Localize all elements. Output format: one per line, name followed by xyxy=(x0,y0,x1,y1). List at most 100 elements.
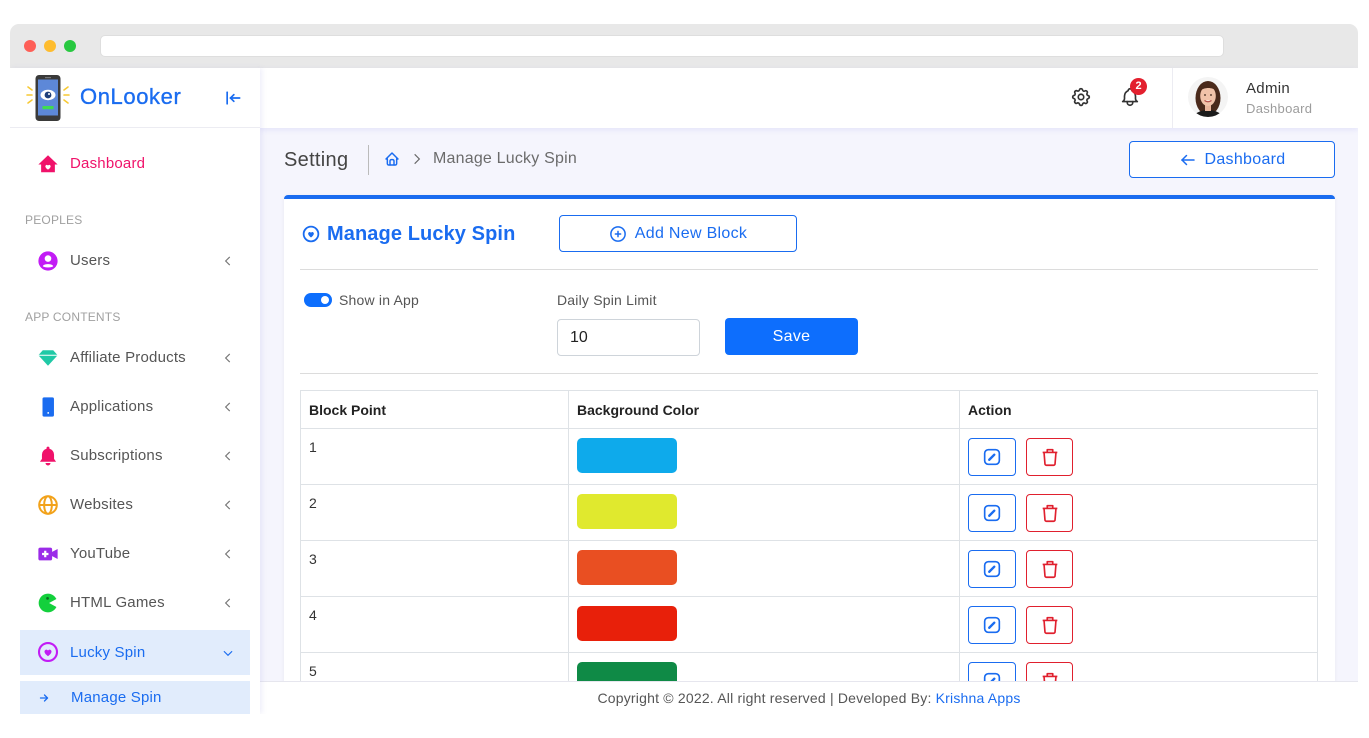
sidebar-item-websites[interactable]: Websites xyxy=(20,485,250,525)
browser-titlebar xyxy=(10,24,1358,68)
table-row: 1 xyxy=(300,428,1318,485)
edit-button[interactable] xyxy=(968,662,1016,681)
topbar-divider xyxy=(1172,68,1173,128)
breadcrumb-current: Manage Lucky Spin xyxy=(433,150,577,167)
sidebar: OnLooker Dashboard PEOPLES Users APP CON… xyxy=(10,68,260,714)
sidebar-item-label: Websites xyxy=(70,496,134,513)
user-circle-icon xyxy=(37,250,59,272)
show-in-app-label: Show in App xyxy=(339,292,420,308)
block-point-cell: 3 xyxy=(300,540,569,597)
arrow-left-icon xyxy=(1179,151,1197,169)
action-cell xyxy=(959,652,1318,681)
edit-button[interactable] xyxy=(968,550,1016,588)
breadcrumb-home-icon[interactable] xyxy=(384,151,400,167)
background-color-cell xyxy=(568,596,960,653)
background-color-cell xyxy=(568,540,960,597)
sidebar-item-label: Subscriptions xyxy=(70,447,163,464)
main-content: Setting Manage Lucky Spin Dashboard Mana… xyxy=(260,128,1358,681)
sidebar-item-lucky-spin[interactable]: Lucky Spin xyxy=(20,630,250,675)
column-header-action: Action xyxy=(959,390,1318,429)
minimize-window-button[interactable] xyxy=(44,40,56,52)
phone-icon xyxy=(37,396,59,418)
edit-button[interactable] xyxy=(968,606,1016,644)
copyright-text: Copyright © 2022. All right reserved | D… xyxy=(597,690,936,706)
user-avatar[interactable] xyxy=(1188,77,1228,117)
delete-button[interactable] xyxy=(1026,550,1073,588)
edit-button[interactable] xyxy=(968,438,1016,476)
divider xyxy=(300,269,1318,270)
chevron-down-icon xyxy=(221,646,235,660)
topbar: 2 Admin Dashboard xyxy=(260,68,1358,128)
browser-window: OnLooker Dashboard PEOPLES Users APP CON… xyxy=(10,24,1358,714)
divider xyxy=(300,373,1318,374)
chevron-left-icon xyxy=(221,547,235,561)
color-swatch xyxy=(577,494,677,529)
address-bar[interactable] xyxy=(100,35,1224,57)
color-swatch xyxy=(577,550,677,585)
delete-button[interactable] xyxy=(1026,662,1073,681)
background-color-cell xyxy=(568,428,960,485)
edit-button[interactable] xyxy=(968,494,1016,532)
chevron-left-icon xyxy=(221,400,235,414)
bell-icon xyxy=(37,445,59,467)
sidebar-item-users[interactable]: Users xyxy=(20,241,250,281)
block-point-cell: 2 xyxy=(300,484,569,541)
sidebar-item-dashboard[interactable]: Dashboard xyxy=(20,144,250,184)
close-window-button[interactable] xyxy=(24,40,36,52)
block-point-cell: 1 xyxy=(300,428,569,485)
developer-link[interactable]: Krishna Apps xyxy=(936,690,1021,706)
heart-circle-icon xyxy=(37,641,59,663)
daily-spin-limit-input[interactable] xyxy=(557,319,700,356)
delete-button[interactable] xyxy=(1026,494,1073,532)
sidebar-item-label: Lucky Spin xyxy=(70,644,146,661)
user-role: Dashboard xyxy=(1246,101,1313,116)
sidebar-item-affiliate-products[interactable]: Affiliate Products xyxy=(20,338,250,378)
table-header-row: Block Point Background Color Action xyxy=(300,390,1318,429)
collapse-sidebar-icon[interactable] xyxy=(223,88,243,108)
sidebar-item-applications[interactable]: Applications xyxy=(20,387,250,427)
toggle-knob xyxy=(321,296,329,304)
delete-button[interactable] xyxy=(1026,438,1073,476)
table-row: 5 xyxy=(300,652,1318,681)
spin-blocks-table: Block Point Background Color Action 1 2 … xyxy=(300,390,1318,681)
sidebar-item-youtube[interactable]: YouTube xyxy=(20,534,250,574)
video-plus-icon xyxy=(37,543,59,565)
manage-lucky-spin-card: Manage Lucky Spin Add New Block Show in … xyxy=(284,195,1335,681)
action-cell xyxy=(959,428,1318,485)
card-title: Manage Lucky Spin xyxy=(327,223,516,245)
block-point-cell: 4 xyxy=(300,596,569,653)
home-heart-icon xyxy=(37,153,59,175)
chevron-left-icon xyxy=(221,449,235,463)
circle-plus-icon xyxy=(609,225,627,243)
show-in-app-toggle[interactable] xyxy=(304,293,332,307)
footer: Copyright © 2022. All right reserved | D… xyxy=(260,681,1358,714)
delete-button[interactable] xyxy=(1026,606,1073,644)
background-color-cell xyxy=(568,652,960,681)
sidebar-item-label: YouTube xyxy=(70,545,131,562)
chevron-left-icon xyxy=(221,498,235,512)
brand-name: OnLooker xyxy=(80,84,182,109)
sidebar-item-html-games[interactable]: HTML Games xyxy=(20,583,250,623)
heart-circle-icon xyxy=(302,225,320,243)
sidebar-item-label: Affiliate Products xyxy=(70,349,186,366)
action-cell xyxy=(959,540,1318,597)
save-button[interactable]: Save xyxy=(725,318,858,355)
chevron-left-icon xyxy=(221,254,235,268)
table-row: 3 xyxy=(300,540,1318,597)
sidebar-item-subscriptions[interactable]: Subscriptions xyxy=(20,436,250,476)
user-name: Admin xyxy=(1246,80,1291,97)
sidebar-item-label: Dashboard xyxy=(70,155,146,172)
sidebar-item-label: Users xyxy=(70,252,111,269)
sidebar-subitem-manage-spin[interactable]: Manage Spin xyxy=(20,681,250,714)
add-new-block-button[interactable]: Add New Block xyxy=(559,215,797,252)
arrow-right-icon xyxy=(38,692,50,704)
settings-gear-icon[interactable] xyxy=(1070,86,1092,108)
column-header-background-color: Background Color xyxy=(568,390,960,429)
back-to-dashboard-button[interactable]: Dashboard xyxy=(1129,141,1335,178)
onlooker-logo-icon xyxy=(25,74,71,122)
maximize-window-button[interactable] xyxy=(64,40,76,52)
section-label-app-contents: APP CONTENTS xyxy=(25,310,121,324)
section-label-peoples: PEOPLES xyxy=(25,213,83,227)
sidebar-item-label: Applications xyxy=(70,398,154,415)
sidebar-item-label: HTML Games xyxy=(70,594,165,611)
